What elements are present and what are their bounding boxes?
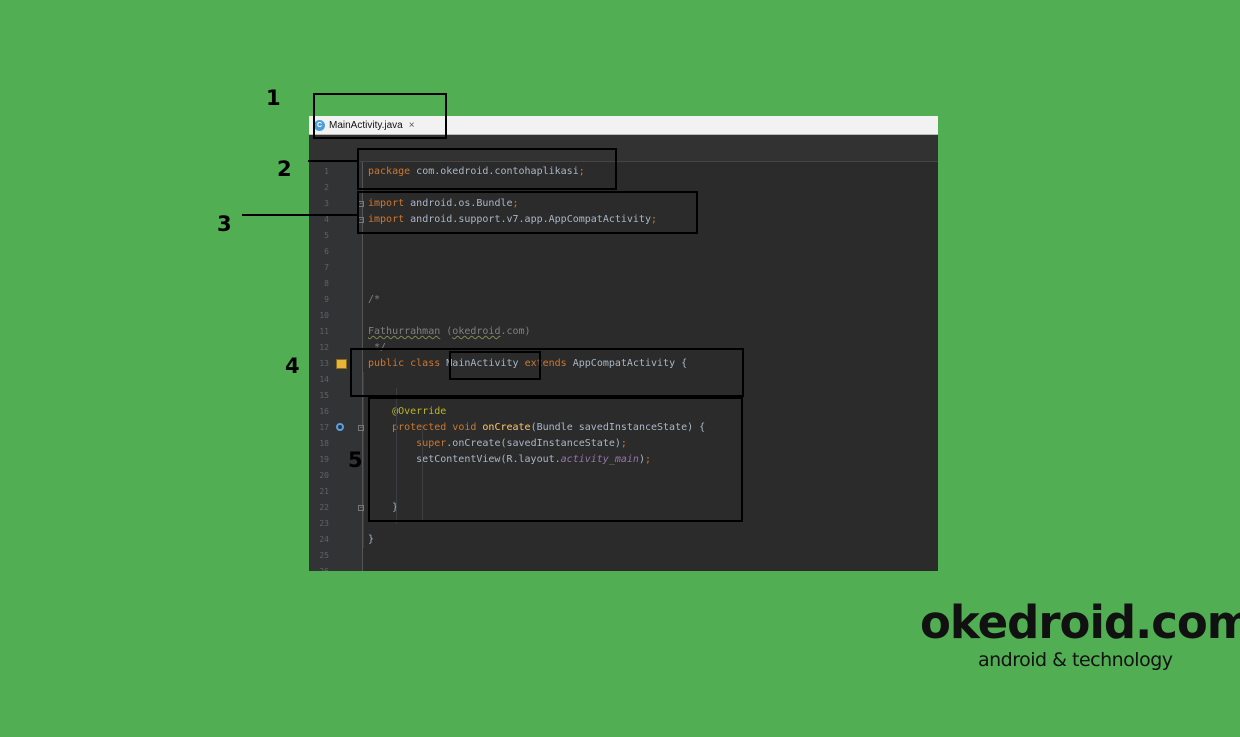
line-number: 7 — [324, 263, 329, 272]
callout-leader-2 — [308, 160, 358, 162]
callout-box-imports — [357, 191, 698, 234]
callout-leader-3 — [242, 214, 358, 216]
logo-tagline: android & technology — [978, 649, 1173, 671]
line-number: 1 — [324, 167, 329, 176]
fold-marker-icon[interactable]: - — [358, 505, 364, 511]
line-number: 11 — [319, 327, 329, 336]
callout-box-package — [357, 148, 617, 190]
line-number: 2 — [324, 183, 329, 192]
line-number: 6 — [324, 247, 329, 256]
callout-box-tab — [313, 93, 447, 139]
callout-box-class-name — [449, 351, 541, 380]
code-line: /* — [368, 294, 381, 305]
logo-wordmark: okedroid.com — [920, 596, 1240, 649]
line-number: 15 — [319, 391, 329, 400]
code-line: Fathurrahman (okedroid.com) — [368, 326, 531, 337]
line-number: 19 — [319, 455, 329, 464]
line-number: 25 — [319, 551, 329, 560]
override-method-icon[interactable] — [336, 423, 344, 431]
line-number: 23 — [319, 519, 329, 528]
callout-number-5: 5 — [348, 448, 363, 472]
line-number: 8 — [324, 279, 329, 288]
okedroid-logo: okedroid.com android & technology — [920, 596, 1240, 672]
fold-marker-icon[interactable]: - — [358, 425, 364, 431]
line-number: 22 — [319, 503, 329, 512]
line-number: 12 — [319, 343, 329, 352]
callout-number-3: 3 — [217, 212, 232, 236]
line-number: 18 — [319, 439, 329, 448]
line-number: 20 — [319, 471, 329, 480]
line-number: 17 — [319, 423, 329, 432]
callout-number-2: 2 — [277, 157, 292, 181]
callout-box-oncreate-method — [368, 397, 743, 522]
callout-number-1: 1 — [266, 86, 281, 110]
line-number: 14 — [319, 375, 329, 384]
indent-guide — [363, 372, 364, 548]
callout-number-4: 4 — [285, 354, 300, 378]
line-number: 3 — [324, 199, 329, 208]
line-number: 10 — [319, 311, 329, 320]
line-number: 9 — [324, 295, 329, 304]
callout-box-class-declaration — [350, 348, 744, 397]
line-number: 13 — [319, 359, 329, 368]
line-number: 5 — [324, 231, 329, 240]
line-number: 26 — [309, 564, 329, 571]
line-number: 16 — [319, 407, 329, 416]
line-number: 24 — [319, 535, 329, 544]
line-number: 21 — [319, 487, 329, 496]
code-line: } — [368, 534, 375, 545]
class-icon[interactable] — [336, 359, 347, 369]
